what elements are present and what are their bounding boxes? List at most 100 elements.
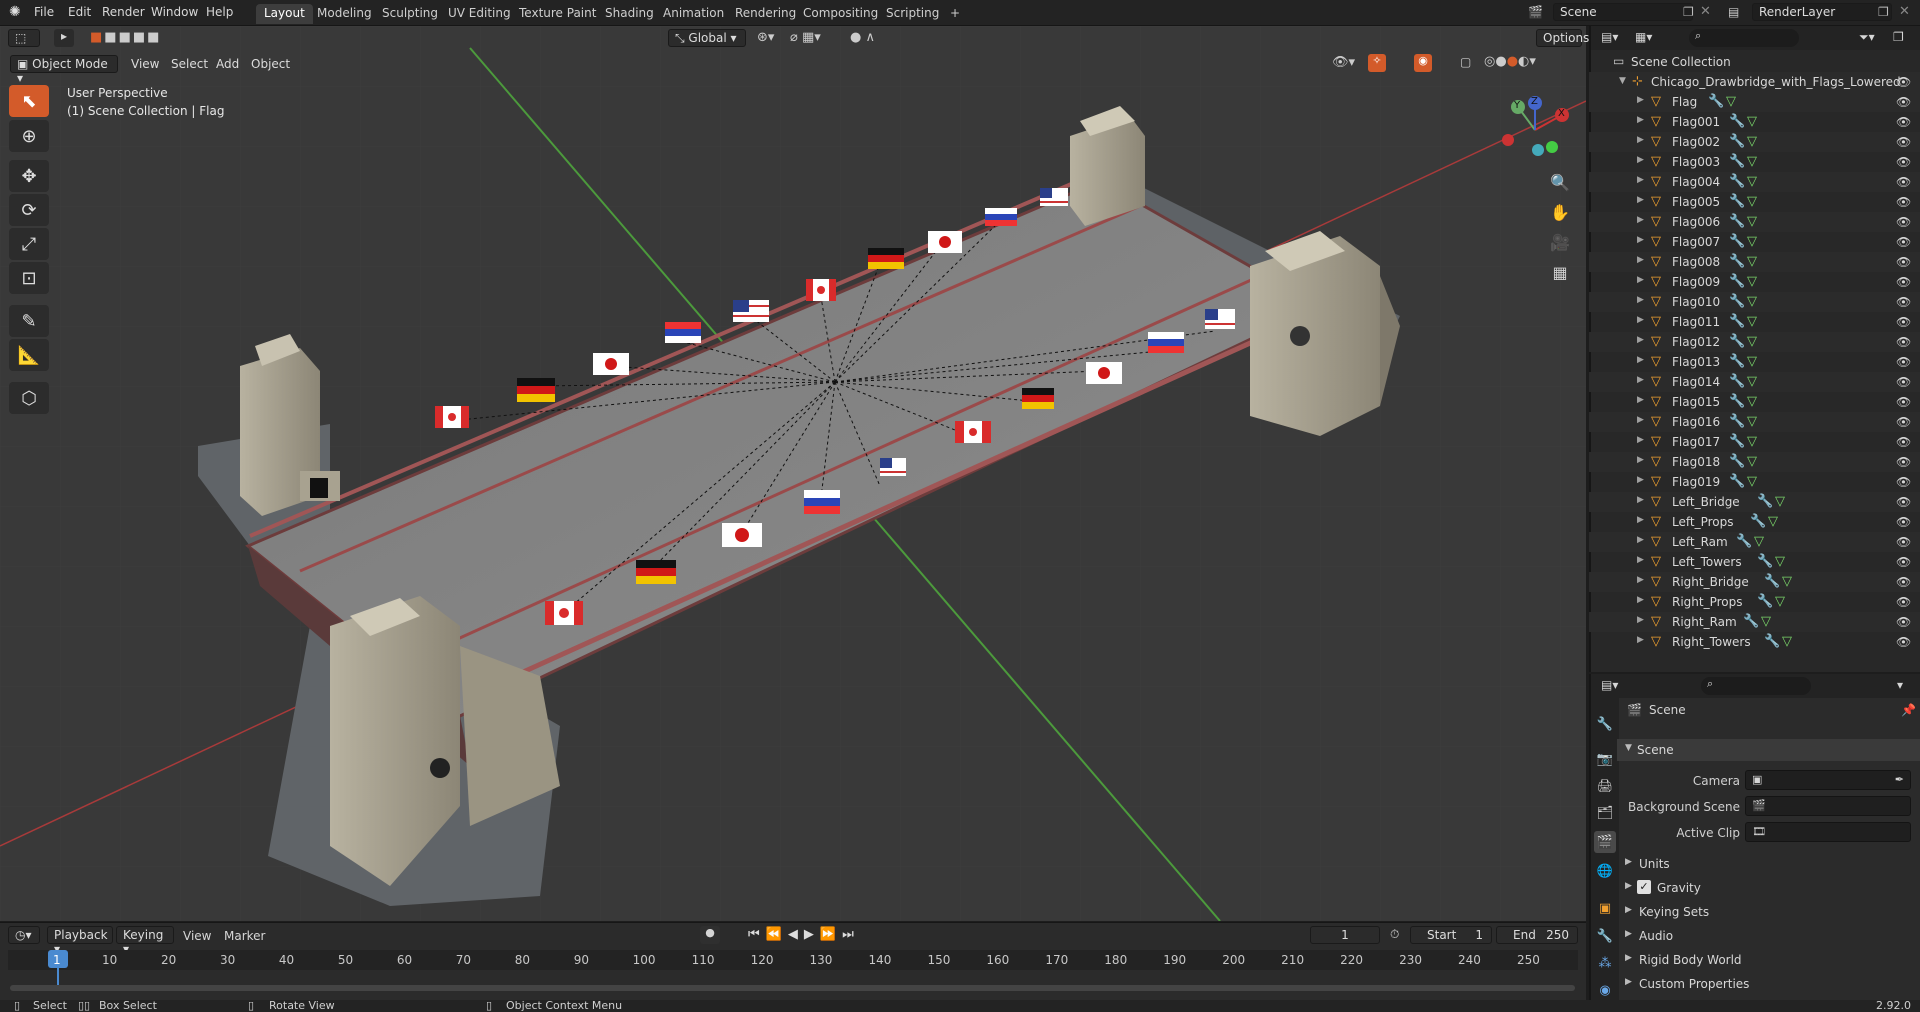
modifier-icon[interactable]: 🔧 (1729, 334, 1745, 349)
outliner-object-row[interactable]: ▶ ▽ Flag017 🔧 ▽ 👁 (1589, 432, 1920, 452)
expand-arrow-icon[interactable]: ▶ (1637, 315, 1644, 325)
modifier-icon[interactable]: 🔧 (1729, 434, 1745, 449)
visibility-eye-icon[interactable]: 👁 (1896, 215, 1911, 229)
select-mode-icon[interactable]: ▸ (54, 29, 74, 47)
view-layer-selector[interactable]: RenderLayer (1752, 3, 1892, 21)
visibility-eye-icon[interactable]: 👁 (1896, 615, 1911, 629)
selection-modes[interactable]: ■■■■■ (90, 30, 161, 45)
gravity-panel[interactable]: ▶ ✓ Gravity (1617, 877, 1920, 899)
outliner-object-row[interactable]: ▶ ▽ Right_Props 🔧 ▽ 👁 (1589, 592, 1920, 612)
mesh-data-icon[interactable]: ▽ (1747, 434, 1757, 449)
visibility-eye-icon[interactable]: 👁 (1896, 495, 1911, 509)
options-dropdown[interactable]: Options (1536, 29, 1589, 47)
expand-arrow-icon[interactable]: ▶ (1637, 295, 1644, 305)
tab-tool[interactable]: 🔧 (1594, 713, 1616, 735)
xray-icon[interactable]: ▢ (1460, 55, 1471, 69)
mesh-data-icon[interactable]: ▽ (1747, 154, 1757, 169)
menu-file[interactable]: File (34, 5, 54, 19)
expand-arrow-icon[interactable]: ▶ (1637, 595, 1644, 605)
outliner-object-row[interactable]: ▶ ▽ Flag010 🔧 ▽ 👁 (1589, 292, 1920, 312)
tab-particles[interactable]: ⁂ (1594, 952, 1616, 974)
outliner-object-row[interactable]: ▶ ▽ Flag011 🔧 ▽ 👁 (1589, 312, 1920, 332)
tool-add-cube[interactable]: ⬡ (9, 382, 49, 414)
modifier-icon[interactable]: 🔧 (1743, 614, 1759, 629)
modifier-icon[interactable]: 🔧 (1729, 234, 1745, 249)
mesh-data-icon[interactable]: ▽ (1747, 274, 1757, 289)
mesh-data-icon[interactable]: ▽ (1775, 494, 1785, 509)
modifier-icon[interactable]: 🔧 (1729, 354, 1745, 369)
display-mode-icon[interactable]: ▦▾ (1635, 30, 1652, 44)
camera-view-button[interactable]: 🎥 (1546, 228, 1574, 256)
modifier-icon[interactable]: 🔧 (1729, 194, 1745, 209)
outliner-object-row[interactable]: ▶ ▽ Right_Bridge 🔧 ▽ 👁 (1589, 572, 1920, 592)
tab-render[interactable]: 📷 (1594, 748, 1616, 770)
outliner-object-row[interactable]: ▶ ▽ Left_Props 🔧 ▽ 👁 (1589, 512, 1920, 532)
menu-render[interactable]: Render (102, 5, 145, 19)
scene-panel-header[interactable]: ▼ Scene (1617, 739, 1920, 761)
scene-selector[interactable]: Scene (1553, 3, 1693, 21)
modifier-icon[interactable]: 🔧 (1729, 134, 1745, 149)
outliner-object-row[interactable]: ▶ ▽ Flag 🔧 ▽ 👁 (1589, 92, 1920, 112)
outliner-object-row[interactable]: ▶ ▽ Right_Ram 🔧 ▽ 👁 (1589, 612, 1920, 632)
outliner-object-row[interactable]: ▶ ▽ Left_Ram 🔧 ▽ 👁 (1589, 532, 1920, 552)
properties-editor-icon[interactable]: ▤▾ (1601, 678, 1618, 692)
modifier-icon[interactable]: 🔧 (1729, 274, 1745, 289)
outliner-object-row[interactable]: ▶ ▽ Flag014 🔧 ▽ 👁 (1589, 372, 1920, 392)
mesh-data-icon[interactable]: ▽ (1747, 474, 1757, 489)
visibility-eye-icon[interactable]: 👁 (1896, 375, 1911, 389)
tab-scene[interactable]: 🎬 (1594, 831, 1616, 853)
visibility-eye-icon[interactable]: 👁 (1896, 555, 1911, 569)
expand-arrow-icon[interactable]: ▶ (1637, 515, 1644, 525)
outliner-object-row[interactable]: ▶ ▽ Flag008 🔧 ▽ 👁 (1589, 252, 1920, 272)
viewport-menu-view[interactable]: View (131, 57, 159, 71)
modifier-icon[interactable]: 🔧 (1729, 314, 1745, 329)
mesh-data-icon[interactable]: ▽ (1747, 334, 1757, 349)
expand-arrow-icon[interactable]: ▶ (1637, 115, 1644, 125)
transform-orientation-dropdown[interactable]: ⤡ Global ▾ (668, 29, 746, 47)
visibility-eye-icon[interactable]: 👁 (1896, 635, 1911, 649)
playback-dropdown[interactable]: Playback ▾ (47, 926, 113, 956)
visibility-eye-icon[interactable]: 👁 (1896, 275, 1911, 289)
new-view-layer-icon[interactable]: ❐ (1878, 5, 1889, 19)
camera-field[interactable]: ▣ ✒ (1745, 770, 1911, 790)
mesh-data-icon[interactable]: ▽ (1754, 534, 1764, 549)
tab-physics[interactable]: ◉ (1594, 979, 1616, 1001)
visibility-icon[interactable]: 👁▾ (1332, 55, 1355, 70)
menu-window[interactable]: Window (151, 5, 198, 19)
delete-scene-icon[interactable]: ✕ (1700, 4, 1711, 19)
modifier-icon[interactable]: 🔧 (1729, 474, 1745, 489)
new-scene-icon[interactable]: ❐ (1683, 5, 1694, 19)
outliner-object-row[interactable]: ▶ ▽ Flag005 🔧 ▽ 👁 (1589, 192, 1920, 212)
mesh-data-icon[interactable]: ▽ (1747, 354, 1757, 369)
view-layer-icon[interactable]: ▤ (1728, 5, 1739, 19)
visibility-eye-icon[interactable]: 👁 (1896, 455, 1911, 469)
mesh-data-icon[interactable]: ▽ (1726, 94, 1736, 109)
outliner-object-row[interactable]: ▶ ▽ Flag003 🔧 ▽ 👁 (1589, 152, 1920, 172)
modifier-icon[interactable]: 🔧 (1729, 454, 1745, 469)
visibility-eye-icon[interactable]: 👁 (1896, 595, 1911, 609)
timeline-menu-view[interactable]: View (183, 929, 211, 943)
active-clip-field[interactable]: 🎞 (1745, 822, 1911, 842)
tab-output[interactable]: 🖨 (1594, 775, 1616, 797)
shading-modes[interactable]: ◎●●◐▾ (1484, 54, 1536, 69)
tool-annotate[interactable]: ✎ (9, 305, 49, 337)
expand-arrow-icon[interactable]: ▶ (1637, 375, 1644, 385)
visibility-eye-icon[interactable]: 👁 (1896, 235, 1911, 249)
timeline-scrollbar[interactable] (10, 985, 1575, 991)
filter-icon[interactable]: ⏷▾ (1859, 30, 1875, 45)
modifier-icon[interactable]: 🔧 (1729, 254, 1745, 269)
visibility-eye-icon[interactable]: 👁 (1896, 315, 1911, 329)
mesh-data-icon[interactable]: ▽ (1747, 194, 1757, 209)
visibility-eye-icon[interactable]: 👁 (1896, 295, 1911, 309)
visibility-eye-icon[interactable]: 👁 (1896, 475, 1911, 489)
expand-arrow-icon[interactable]: ▶ (1637, 95, 1644, 105)
mesh-data-icon[interactable]: ▽ (1747, 454, 1757, 469)
mesh-data-icon[interactable]: ▽ (1775, 594, 1785, 609)
expand-arrow-icon[interactable]: ▶ (1637, 415, 1644, 425)
modifier-icon[interactable]: 🔧 (1729, 214, 1745, 229)
overlay-toggle-icon[interactable]: ◉ (1414, 54, 1432, 72)
mesh-data-icon[interactable]: ▽ (1747, 114, 1757, 129)
modifier-icon[interactable]: 🔧 (1729, 394, 1745, 409)
pan-button[interactable]: ✋ (1546, 198, 1574, 226)
outliner-object-row[interactable]: ▶ ▽ Flag015 🔧 ▽ 👁 (1589, 392, 1920, 412)
